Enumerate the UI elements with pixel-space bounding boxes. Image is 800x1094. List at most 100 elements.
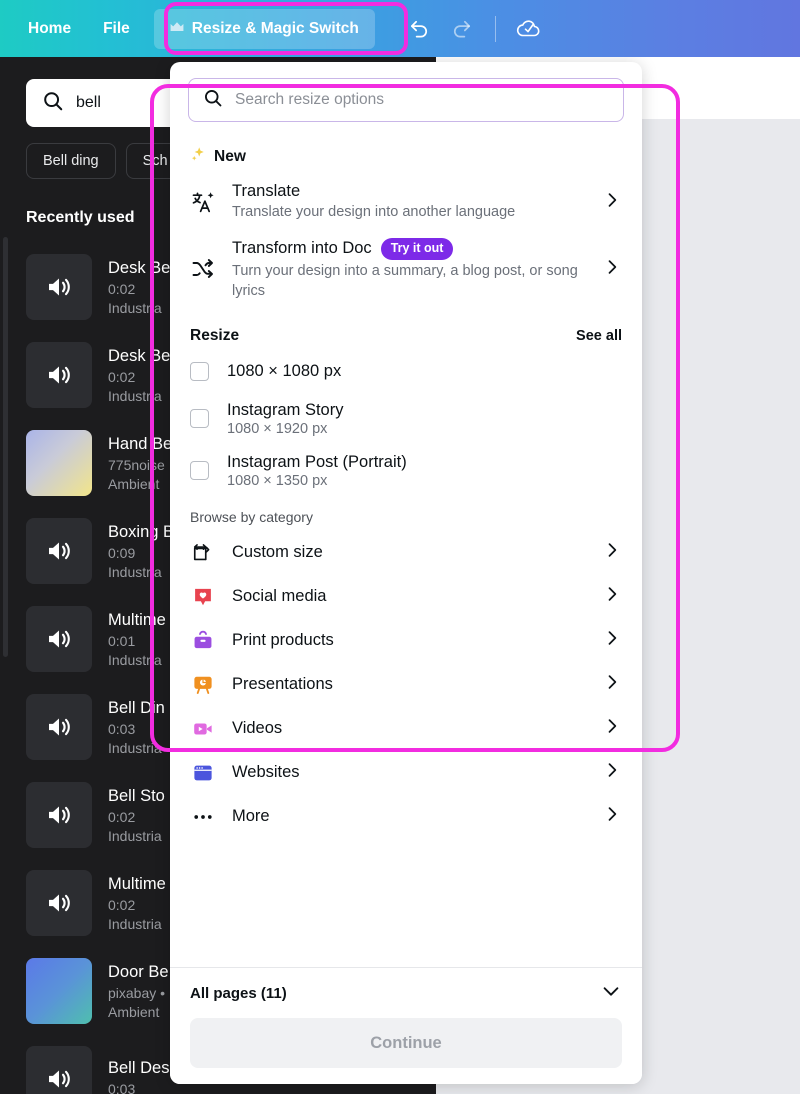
category-item-custom-size[interactable]: Custom size <box>170 531 642 575</box>
continue-button[interactable]: Continue <box>190 1018 622 1068</box>
category-item-videos[interactable]: Videos <box>170 707 642 751</box>
chip-bell-ding[interactable]: Bell ding <box>26 143 116 179</box>
track-thumbnail <box>26 430 92 496</box>
dropdown-footer: All pages (11) Continue <box>170 967 642 1084</box>
track-duration: 0:03 <box>108 1080 136 1094</box>
item-title: Translate <box>232 182 301 200</box>
category-label: More <box>232 807 270 826</box>
track-name: Multime <box>108 874 166 893</box>
resize-section-header: Resize See all <box>170 309 642 351</box>
track-duration: 0:01 <box>108 632 136 649</box>
track-thumbnail <box>26 1046 92 1094</box>
category-item-more[interactable]: More <box>170 795 642 839</box>
dropdown-search-container: Search resize options <box>170 62 642 132</box>
chevron-right-icon <box>602 760 622 785</box>
track-thumbnail <box>26 870 92 936</box>
category-label: Print products <box>232 631 334 650</box>
resize-search-input[interactable]: Search resize options <box>188 78 624 122</box>
resize-section-title: Resize <box>190 326 240 344</box>
track-duration: 0:09 <box>108 544 136 561</box>
browse-by-category-label: Browse by category <box>190 508 313 525</box>
presentations-icon <box>190 674 216 696</box>
resize-option-subtitle: 1080 × 1350 px <box>227 472 328 489</box>
sidebar-scrollbar[interactable] <box>3 237 8 657</box>
app-root: bell Bell ding Sch Recently used Desk Be… <box>0 0 800 1094</box>
resize-option-row[interactable]: Instagram Post (Portrait) 1080 × 1350 px <box>170 445 642 497</box>
see-all-link[interactable]: See all <box>576 328 622 344</box>
track-name: Desk Be <box>108 258 171 277</box>
track-name: Boxing B <box>108 522 175 541</box>
dropdown-scroll-body: New Translate Translate your design into… <box>170 132 642 967</box>
category-list: Custom size Social media Print products Pre… <box>170 531 642 839</box>
category-item-websites[interactable]: Websites <box>170 751 642 795</box>
chevron-right-icon <box>602 672 622 697</box>
track-duration: 775noise <box>108 456 165 473</box>
custom-size-icon <box>190 542 216 564</box>
websites-icon <box>190 762 216 784</box>
track-source: Industria <box>108 299 162 316</box>
category-label: Social media <box>232 587 327 606</box>
resize-option-row[interactable]: 1080 × 1080 px <box>170 351 642 393</box>
new-section-title: New <box>214 148 246 165</box>
resize-option-checkbox[interactable] <box>190 362 209 382</box>
filter-chips: Bell ding Sch <box>26 143 185 179</box>
tab-label: Resize & Magic Switch <box>191 19 359 37</box>
toolbar-actions <box>401 10 548 48</box>
track-thumbnail <box>26 606 92 672</box>
chevron-right-icon <box>602 540 622 565</box>
category-item-social-media[interactable]: Social media <box>170 575 642 619</box>
chevron-right-icon <box>602 804 622 829</box>
track-source: Industria <box>108 387 162 404</box>
chevron-right-icon <box>602 628 622 653</box>
print-products-icon <box>190 630 216 652</box>
track-name: Bell Sto <box>108 786 165 805</box>
all-pages-label: All pages (11) <box>190 984 287 1002</box>
track-duration: 0:03 <box>108 720 136 737</box>
track-source: Industria <box>108 739 162 756</box>
resize-dropdown-panel: Search resize options New Translate Tran… <box>170 62 642 1084</box>
redo-icon[interactable] <box>443 10 481 48</box>
track-source: Industria <box>108 563 162 580</box>
resize-option-checkbox[interactable] <box>190 409 209 429</box>
item-title: Transform into Doc <box>232 239 372 258</box>
sparkles-icon <box>190 146 207 168</box>
translate-icon <box>190 190 216 214</box>
category-label: Presentations <box>232 675 333 694</box>
menu-home[interactable]: Home <box>12 9 87 49</box>
track-duration: 0:02 <box>108 280 136 297</box>
search-input-value: bell <box>76 94 101 111</box>
track-thumbnail <box>26 342 92 408</box>
menu-file[interactable]: File <box>87 9 146 49</box>
category-label: Custom size <box>232 543 323 562</box>
track-duration: 0:02 <box>108 896 136 913</box>
all-pages-toggle[interactable]: All pages (11) <box>190 968 622 1018</box>
category-item-presentations[interactable]: Presentations <box>170 663 642 707</box>
track-duration: 0:02 <box>108 808 136 825</box>
resize-option-title: Instagram Story <box>227 400 344 419</box>
dropdown-item-transform-into-doc[interactable]: Transform into Doc Try it out Turn your … <box>170 230 642 309</box>
item-subtitle: Translate your design into another langu… <box>232 204 516 220</box>
resize-option-title: Instagram Post (Portrait) <box>227 452 407 471</box>
search-icon <box>203 88 223 113</box>
track-source: Industria <box>108 827 162 844</box>
item-subtitle: Turn your design into a summary, a blog … <box>232 262 578 299</box>
track-name: Hand Be <box>108 434 173 453</box>
track-thumbnail <box>26 254 92 320</box>
resize-option-checkbox[interactable] <box>190 461 209 481</box>
new-section-header: New <box>170 132 642 174</box>
resize-option-title: 1080 × 1080 px <box>227 362 342 381</box>
more-icon <box>190 806 216 828</box>
track-name: Desk Be <box>108 346 171 365</box>
dropdown-item-translate[interactable]: Translate Translate your design into ano… <box>170 174 642 230</box>
undo-icon[interactable] <box>401 10 439 48</box>
resize-options-list: 1080 × 1080 px Instagram Story 1080 × 1920… <box>170 351 642 497</box>
chevron-down-icon <box>600 980 622 1006</box>
crown-icon <box>170 22 184 35</box>
category-item-print-products[interactable]: Print products <box>170 619 642 663</box>
track-thumbnail <box>26 782 92 848</box>
tab-resize-magic-switch[interactable]: Resize & Magic Switch <box>153 8 375 49</box>
cloud-check-icon[interactable] <box>510 10 548 48</box>
resize-option-row[interactable]: Instagram Story 1080 × 1920 px <box>170 393 642 445</box>
chevron-right-icon <box>602 716 622 741</box>
chevron-right-icon <box>602 584 622 609</box>
